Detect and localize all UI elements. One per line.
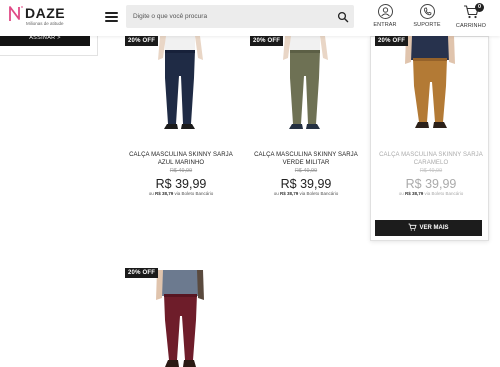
product-price: R$ 39,99 [155, 177, 207, 191]
site-header: DAZE Milionas de atitude ENTRAR SUPORTE [0, 0, 500, 36]
product-boleto-price: ou R$ 38,79 via Boleto Bancário [375, 191, 487, 196]
see-more-button[interactable]: VER MAIS [375, 220, 482, 236]
brand-logo[interactable]: DAZE Milionas de atitude [8, 5, 70, 31]
shopping-cart-icon [408, 224, 418, 232]
product-name[interactable]: CALÇA MASCULINA SKINNY SARJA AZUL MARINH… [125, 151, 237, 167]
logo-wordmark: DAZE [25, 5, 66, 21]
product-image[interactable]: 20% OFF [125, 268, 237, 367]
boleto-suffix: via Boleto Bancário [174, 191, 214, 196]
boleto-prefix: ou [398, 191, 404, 196]
support-button[interactable]: SUPORTE [412, 3, 442, 33]
product-boleto-price: ou R$ 38,79 via Boleto Bancário [250, 191, 362, 196]
search-icon[interactable] [337, 11, 349, 23]
login-label: ENTRAR [373, 22, 397, 28]
discount-badge: 20% OFF [125, 268, 159, 278]
user-icon [377, 4, 393, 19]
hamburger-menu-icon[interactable] [105, 12, 118, 22]
boleto-suffix: via Boleto Bancário [424, 191, 464, 196]
logo-n-icon [9, 6, 23, 21]
discount-badge: 20% OFF [375, 36, 409, 46]
product-image[interactable]: 20% OFF [375, 36, 487, 144]
product-image[interactable]: 20% OFF [125, 36, 237, 144]
product-name[interactable]: CALÇA MASCULINA SKINNY SARJA VERDE MILIT… [250, 151, 362, 167]
support-label: SUPORTE [413, 22, 441, 28]
phone-icon [419, 4, 435, 19]
discount-badge: 20% OFF [125, 36, 159, 46]
product-old-price: R$ 49,99 [169, 168, 193, 174]
product-name[interactable]: CALÇA MASCULINA SKINNY SARJA CARAMELO [375, 151, 487, 167]
login-button[interactable]: ENTRAR [370, 3, 400, 33]
cart-count-badge: 0 [475, 3, 484, 12]
product-boleto-price: ou R$ 38,79 via Boleto Bancário [125, 191, 237, 196]
boleto-prefix: ou [148, 191, 154, 196]
product-price: R$ 39,99 [405, 177, 457, 191]
boleto-price: R$ 38,79 [154, 191, 174, 196]
cart-label: CARRINHO [455, 23, 487, 29]
product-old-price: R$ 49,99 [294, 168, 318, 174]
discount-badge: 20% OFF [250, 36, 284, 46]
product-image[interactable]: 20% OFF [250, 36, 362, 144]
search-bar [126, 5, 354, 28]
logo-tagline: Milionas de atitude [26, 21, 64, 26]
product-price: R$ 39,99 [280, 177, 332, 191]
boleto-price: R$ 38,79 [404, 191, 424, 196]
boleto-prefix: ou [273, 191, 279, 196]
boleto-price: R$ 38,79 [279, 191, 299, 196]
cart-button[interactable]: 0 CARRINHO [454, 3, 488, 33]
see-more-label: VER MAIS [419, 225, 449, 231]
boleto-suffix: via Boleto Bancário [299, 191, 339, 196]
search-input[interactable] [126, 5, 331, 28]
product-old-price: R$ 49,99 [419, 168, 443, 174]
